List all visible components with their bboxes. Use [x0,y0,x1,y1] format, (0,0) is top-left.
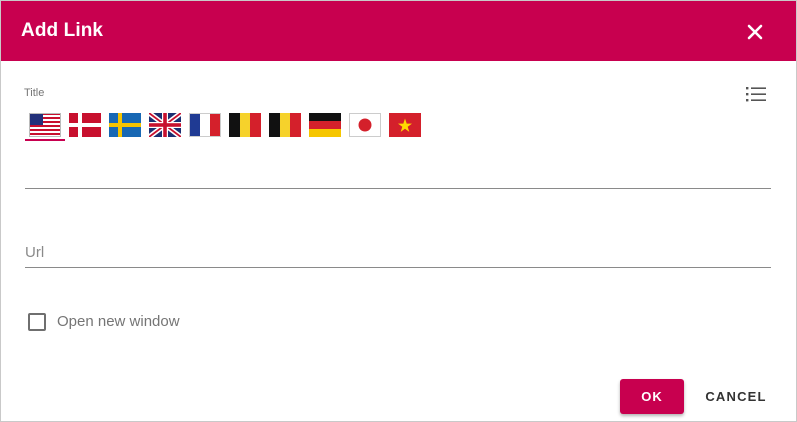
belgium-flag-icon[interactable] [229,111,261,137]
france-flag-icon[interactable] [189,111,221,137]
cancel-button[interactable]: CANCEL [697,379,775,414]
url-input[interactable] [25,239,771,265]
add-link-dialog: Add Link Title Url Open new window OK CA… [0,0,797,422]
list-icon[interactable] [744,84,768,104]
open-new-window-label[interactable]: Open new window [57,313,180,330]
close-icon[interactable] [741,18,769,46]
selected-flag-underline [25,139,65,141]
belgium-flag-icon[interactable] [269,111,301,137]
germany-flag-icon[interactable] [309,111,341,137]
japan-flag-icon[interactable] [349,111,381,137]
title-input[interactable] [25,161,771,187]
open-new-window-checkbox[interactable] [28,313,46,331]
us-flag-icon[interactable] [29,111,61,137]
dialog-header: Add Link [1,1,796,61]
vietnam-flag-icon[interactable] [389,111,421,137]
uk-flag-icon[interactable] [149,111,181,137]
ok-button[interactable]: OK [620,379,684,414]
title-label: Title [24,87,45,99]
dialog-title: Add Link [21,20,104,41]
url-input-underline [25,267,771,268]
sweden-flag-icon[interactable] [109,111,141,137]
denmark-flag-icon[interactable] [69,111,101,137]
title-input-underline [25,188,771,189]
